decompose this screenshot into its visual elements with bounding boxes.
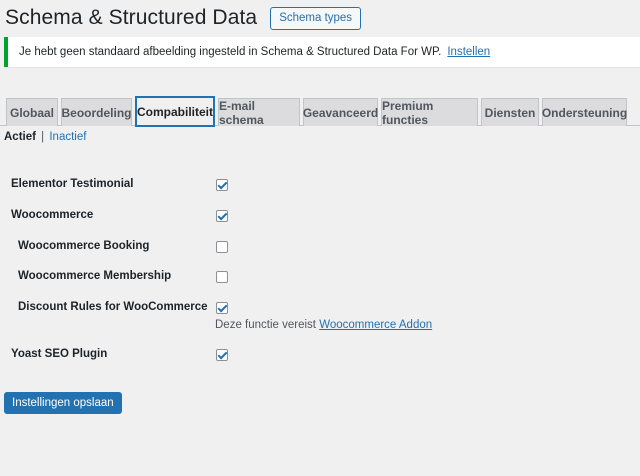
label-discount-rules: Discount Rules for WooCommerce xyxy=(18,301,208,313)
page-title: Schema & Structured Data xyxy=(5,6,258,29)
label-woocommerce: Woocommerce xyxy=(11,209,94,221)
tab-beoordeling[interactable]: Beoordeling xyxy=(61,98,132,126)
checkbox-woocommerce-membership[interactable] xyxy=(216,271,228,283)
tab-geavanceerd[interactable]: Geavanceerd xyxy=(303,98,378,126)
checkbox-woocommerce-booking[interactable] xyxy=(216,241,228,253)
checkbox-yoast-seo[interactable] xyxy=(216,349,228,361)
schema-types-button[interactable]: Schema types xyxy=(270,6,362,30)
tab-compabiliteit[interactable]: Compabiliteit xyxy=(135,96,215,127)
addon-note: Deze functie vereist Woocommerce Addon xyxy=(215,319,432,331)
tab-email-schema[interactable]: E-mail schema xyxy=(218,98,300,127)
filter-inactief[interactable]: Inactief xyxy=(49,131,86,143)
tab-bar: Globaal Beoordeling Compabiliteit E-mail… xyxy=(0,96,640,127)
tab-premium-functies[interactable]: Premium functies xyxy=(381,98,478,127)
notice-banner: Je hebt geen standaard afbeelding ingest… xyxy=(4,37,640,67)
filter-separator: | xyxy=(41,131,45,143)
tab-ondersteuning[interactable]: Ondersteuning xyxy=(542,98,627,126)
status-filter: Actief | Inactief xyxy=(4,131,86,143)
notice-text: Je hebt geen standaard afbeelding ingest… xyxy=(19,46,442,58)
checkbox-discount-rules[interactable] xyxy=(216,302,228,314)
tab-diensten[interactable]: Diensten xyxy=(481,98,539,126)
label-woocommerce-booking: Woocommerce Booking xyxy=(18,240,150,252)
addon-note-text: Deze functie vereist xyxy=(215,319,316,331)
notice-link[interactable]: Instellen xyxy=(447,46,490,58)
title-row: Schema & Structured Data Schema types xyxy=(5,6,362,30)
label-elementor-testimonial: Elementor Testimonial xyxy=(11,178,134,190)
save-settings-button[interactable]: Instellingen opslaan xyxy=(4,392,122,414)
filter-actief[interactable]: Actief xyxy=(4,131,36,143)
checkbox-elementor-testimonial[interactable] xyxy=(216,179,228,191)
label-woocommerce-membership: Woocommerce Membership xyxy=(18,270,172,282)
addon-link[interactable]: Woocommerce Addon xyxy=(319,319,432,331)
tab-globaal[interactable]: Globaal xyxy=(6,98,58,126)
label-yoast-seo: Yoast SEO Plugin xyxy=(11,348,108,360)
checkbox-woocommerce[interactable] xyxy=(216,210,228,222)
